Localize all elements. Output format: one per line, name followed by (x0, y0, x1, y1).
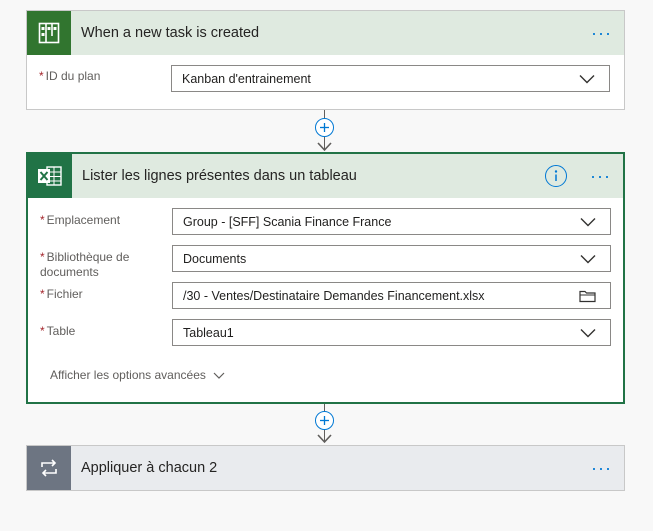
loop-icon (41, 459, 57, 477)
insert-step-button[interactable] (315, 118, 334, 137)
info-icon (554, 170, 558, 181)
trigger-card: When a new task is created ··· * ID du pl… (26, 10, 625, 110)
file-input[interactable]: /30 - Ventes/Destinataire Demandes Finan… (172, 282, 611, 309)
info-button[interactable] (545, 165, 567, 187)
action-title: Lister les lignes présentes dans un tabl… (82, 168, 357, 184)
arrow-down-icon (317, 434, 332, 444)
trigger-more-menu-button[interactable]: ··· (591, 24, 612, 42)
table-label: * Table (40, 324, 160, 339)
library-value: Documents (183, 251, 247, 266)
trigger-card-header[interactable]: When a new task is created ··· (27, 11, 624, 55)
location-label-text: Emplacement (46, 213, 121, 227)
show-advanced-options-label: Afficher les options avancées (50, 368, 206, 382)
plan-id-dropdown[interactable]: Kanban d'entrainement (171, 65, 610, 92)
loop-card-header[interactable]: Appliquer à chacun 2 ··· (27, 446, 624, 490)
folder-icon[interactable] (579, 289, 596, 302)
planner-icon-box (27, 11, 71, 55)
file-label-text: Fichier (46, 287, 83, 301)
loop-title: Appliquer à chacun 2 (81, 460, 218, 476)
loop-card[interactable]: Appliquer à chacun 2 ··· (26, 445, 625, 491)
library-dropdown[interactable]: Documents (172, 245, 611, 272)
location-label: * Emplacement (40, 213, 160, 228)
location-dropdown[interactable]: Group - [SFF] Scania Finance France (172, 208, 611, 235)
action-card-header[interactable]: Lister les lignes présentes dans un tabl… (28, 154, 623, 198)
location-value: Group - [SFF] Scania Finance France (183, 214, 392, 229)
arrow-down-icon (317, 142, 332, 152)
plus-icon (320, 416, 329, 425)
insert-step-button[interactable] (315, 411, 334, 430)
action-card: Lister les lignes présentes dans un tabl… (26, 152, 625, 404)
chevron-down-icon (213, 372, 225, 379)
table-dropdown[interactable]: Tableau1 (172, 319, 611, 346)
table-value: Tableau1 (183, 325, 234, 340)
loop-more-menu-button[interactable]: ··· (591, 459, 612, 477)
file-value: /30 - Ventes/Destinataire Demandes Finan… (183, 288, 485, 303)
table-label-text: Table (46, 324, 76, 338)
loop-icon-box (27, 446, 71, 490)
planner-icon (38, 22, 60, 44)
required-marker: * (40, 250, 45, 264)
excel-icon-box (28, 154, 72, 198)
required-marker: * (40, 324, 45, 338)
plan-id-label: * ID du plan (39, 69, 159, 84)
chevron-down-icon (580, 254, 596, 263)
file-label: * Fichier (40, 287, 160, 302)
plus-icon (320, 123, 329, 132)
chevron-down-icon (580, 328, 596, 337)
excel-icon (38, 166, 62, 186)
required-marker: * (40, 213, 45, 227)
chevron-down-icon (579, 74, 595, 83)
required-marker: * (40, 287, 45, 301)
plan-id-label-text: ID du plan (45, 69, 101, 83)
required-marker: * (39, 69, 44, 83)
library-label: * Bibliothèque de documents (40, 250, 150, 280)
chevron-down-icon (580, 217, 596, 226)
show-advanced-options-link[interactable]: Afficher les options avancées (50, 368, 225, 382)
action-more-menu-button[interactable]: ··· (590, 167, 611, 185)
trigger-title: When a new task is created (81, 25, 260, 41)
plan-id-value: Kanban d'entrainement (182, 71, 311, 86)
library-label-text: Bibliothèque de documents (40, 250, 130, 279)
